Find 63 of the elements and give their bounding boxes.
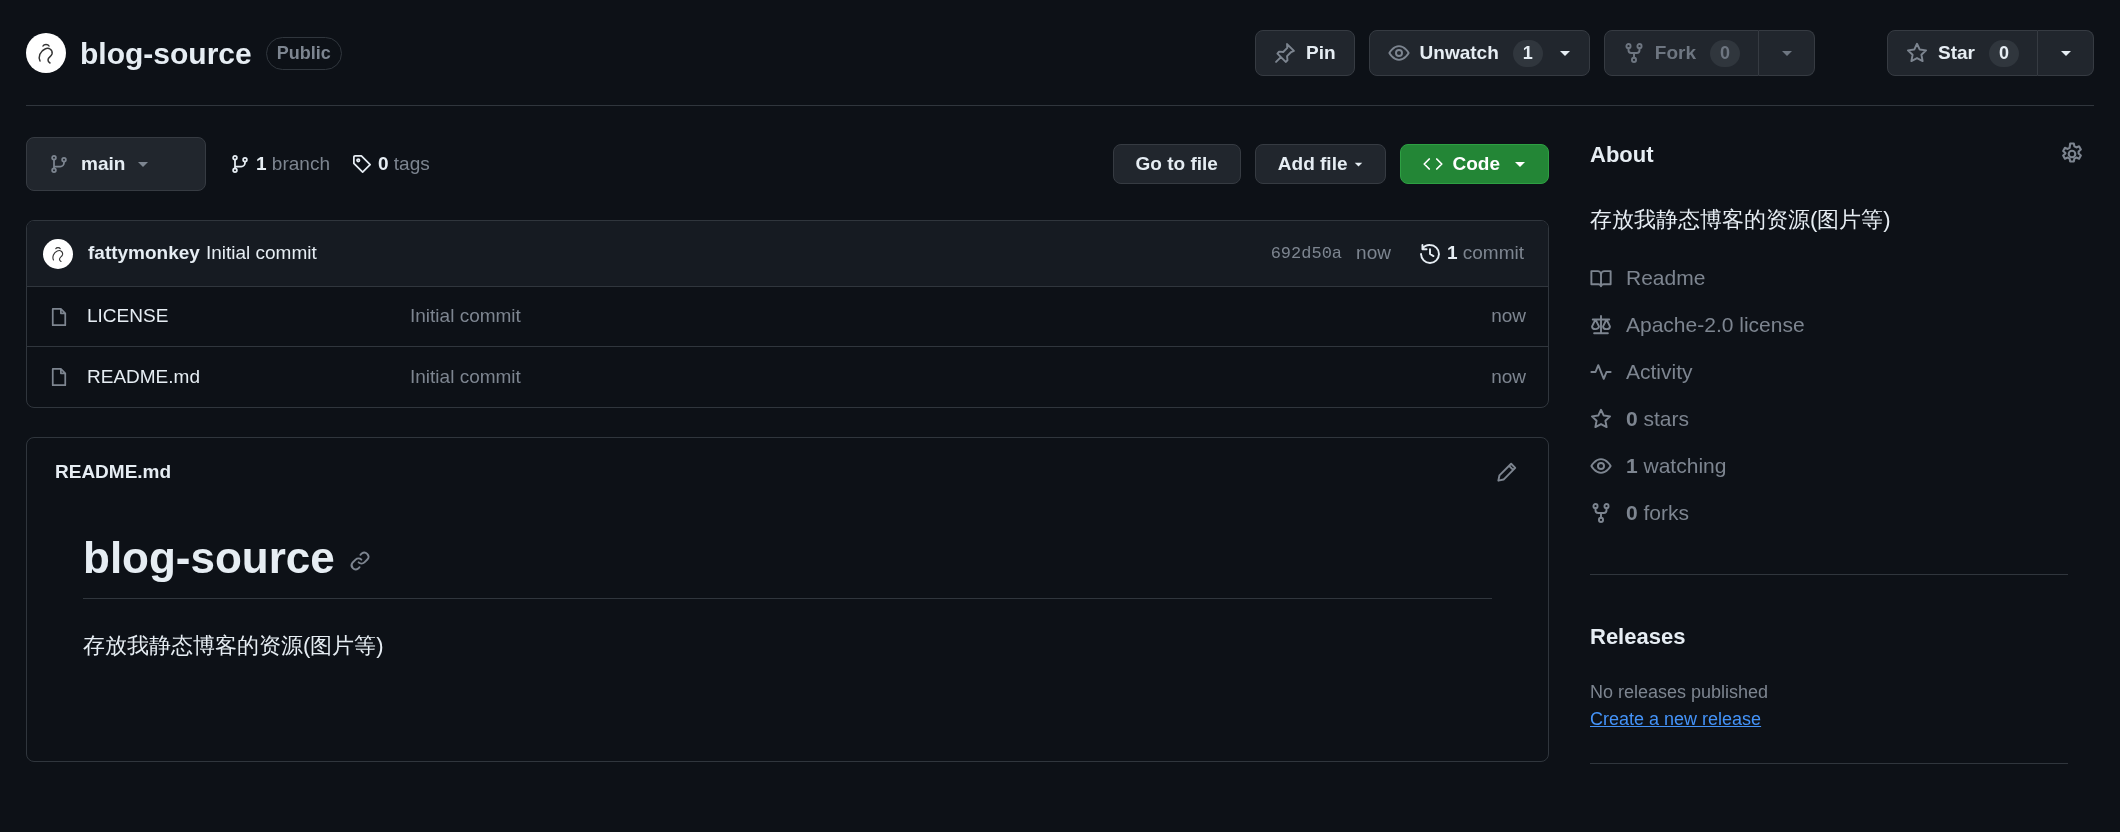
pencil-icon bbox=[1496, 461, 1518, 483]
readme-text: 存放我静态博客的资源(图片等) bbox=[83, 632, 385, 660]
counter: 1 bbox=[1512, 39, 1543, 67]
commit-time: now bbox=[1491, 364, 1526, 389]
commit-time: now bbox=[1356, 241, 1391, 266]
settings-icon bbox=[2060, 142, 2084, 166]
caret-icon bbox=[1780, 49, 1793, 57]
no-releases-text: No releases published bbox=[1590, 681, 1770, 704]
file-name[interactable]: README.md bbox=[87, 362, 410, 392]
tags-link[interactable]: 0 tags bbox=[351, 149, 430, 179]
add-file-button[interactable]: Add file bbox=[1254, 144, 1386, 184]
watch-button[interactable]: Unwatch 1 bbox=[1368, 30, 1590, 76]
branch-icon bbox=[49, 154, 69, 174]
caret-icon bbox=[1514, 160, 1526, 168]
branch-selector[interactable]: main bbox=[26, 137, 206, 191]
commit-sha[interactable]: 692d50a bbox=[1270, 240, 1343, 267]
license-link[interactable]: Apache-2.0 license bbox=[1626, 308, 1805, 341]
caret-icon bbox=[1353, 160, 1363, 168]
counter: 0 bbox=[1989, 39, 2019, 67]
history-icon bbox=[1418, 242, 1441, 265]
eye-icon bbox=[1387, 42, 1410, 64]
go-to-file-button[interactable]: Go to file bbox=[1112, 144, 1241, 184]
create-release-link[interactable]: Create a new release bbox=[1590, 706, 1762, 733]
pin-button[interactable]: Pin bbox=[1255, 30, 1355, 76]
anchor-link[interactable] bbox=[348, 550, 371, 572]
watching-link[interactable]: 1 watching bbox=[1626, 449, 1727, 482]
caret-icon bbox=[137, 160, 150, 168]
commits-link[interactable]: 1 commit bbox=[1418, 239, 1524, 268]
commit-time: now bbox=[1491, 304, 1526, 329]
caret-icon bbox=[1558, 49, 1571, 57]
commit-message[interactable]: Initial commit bbox=[410, 362, 521, 392]
file-icon bbox=[49, 367, 69, 387]
readme-link[interactable]: Readme bbox=[1626, 261, 1706, 294]
star-icon bbox=[1906, 42, 1928, 64]
releases-heading: Releases bbox=[1590, 623, 1687, 651]
file-icon bbox=[49, 306, 69, 327]
file-name[interactable]: LICENSE bbox=[87, 302, 410, 331]
forks-link[interactable]: 0 forks bbox=[1626, 496, 1690, 529]
star-button[interactable]: Star 0 bbox=[1887, 30, 2038, 76]
counter: 0 bbox=[1710, 39, 1740, 67]
link-icon bbox=[348, 550, 371, 572]
readme-heading: blog-source bbox=[83, 532, 335, 584]
avatar bbox=[26, 33, 66, 73]
repo-description: 存放我静态博客的资源(图片等) bbox=[1590, 206, 1892, 234]
activity-link[interactable]: Activity bbox=[1626, 355, 1693, 388]
stars-link[interactable]: 0 stars bbox=[1626, 402, 1690, 435]
scale-icon bbox=[1590, 313, 1612, 336]
settings-button[interactable] bbox=[2060, 142, 2084, 166]
tag-icon bbox=[351, 154, 372, 174]
readme-filename: README.md bbox=[55, 459, 172, 484]
caret-icon bbox=[2059, 49, 2072, 57]
about-heading: About bbox=[1590, 140, 1654, 169]
commit-author[interactable]: fattymonkey bbox=[88, 239, 200, 268]
branches-link[interactable]: 1 branch bbox=[230, 149, 330, 179]
avatar bbox=[43, 238, 73, 269]
star-icon bbox=[1590, 407, 1612, 430]
branch-icon bbox=[230, 154, 250, 174]
commit-message[interactable]: Initial commit bbox=[205, 239, 317, 268]
fork-icon bbox=[1590, 501, 1612, 524]
code-button[interactable]: Code bbox=[1399, 144, 1549, 184]
commit-message[interactable]: Initial commit bbox=[410, 302, 521, 331]
repo-name[interactable]: blog-source bbox=[80, 30, 252, 76]
pin-icon bbox=[1274, 42, 1297, 64]
